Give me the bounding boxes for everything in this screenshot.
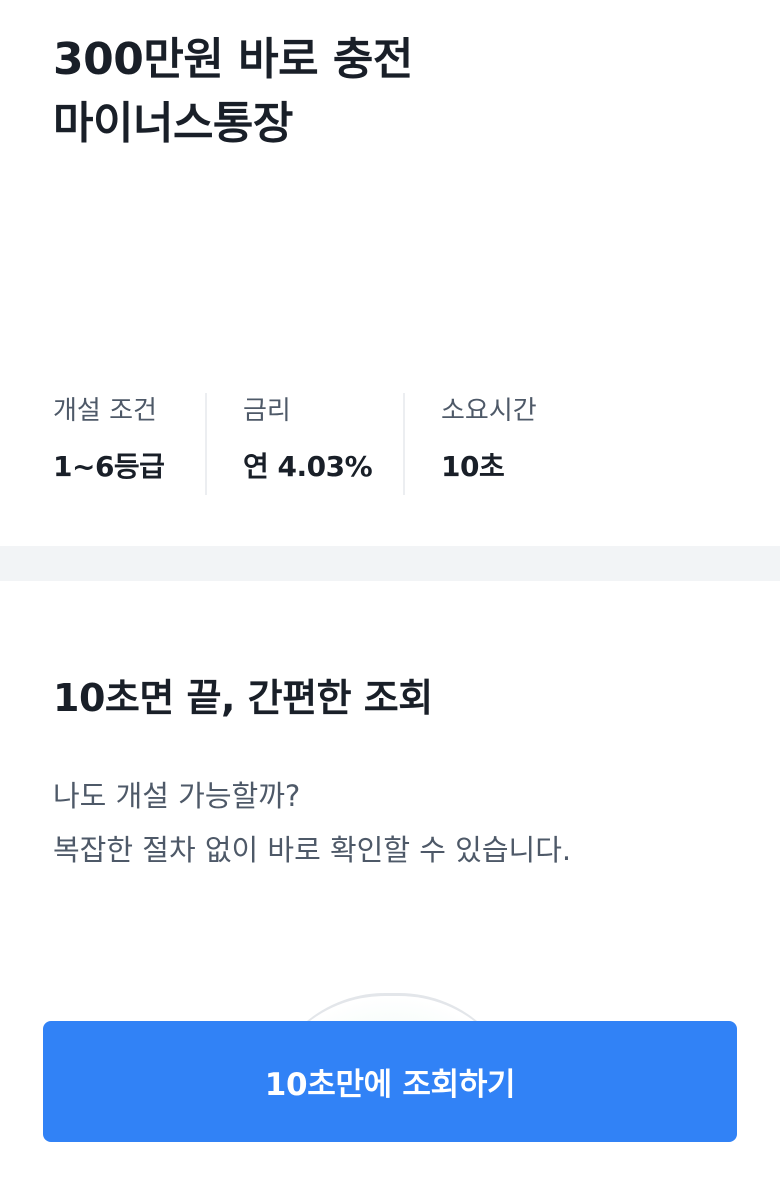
info-item-condition: 개설 조건 1~6등급 [53,393,205,495]
product-info-row: 개설 조건 1~6등급 금리 연 4.03% 소요시간 10초 [53,393,641,495]
product-hero: 300만원 바로 충전 마이너스통장 개설 조건 1~6등급 금리 연 4.03… [0,0,780,546]
product-title-line1: 300만원 바로 충전 [53,34,413,85]
info-label-duration: 소요시간 [441,396,537,426]
section-title: 10초면 끝, 간편한 조회 [53,676,433,720]
info-item-rate: 금리 연 4.03% [205,393,403,495]
section-description: 나도 개설 가능할까? 복잡한 절차 없이 바로 확인할 수 있습니다. [53,769,571,877]
section-description-line2: 복잡한 절차 없이 바로 확인할 수 있습니다. [53,833,572,867]
info-label-condition: 개설 조건 [53,396,157,426]
section-divider [0,546,780,581]
info-value-condition: 1~6등급 [53,450,165,483]
check-eligibility-button[interactable]: 10초만에 조회하기 [43,1021,737,1142]
info-label-rate: 금리 [243,396,291,426]
product-title-line2: 마이너스통장 [53,98,293,149]
section-description-line1: 나도 개설 가능할까? [53,779,301,813]
info-value-duration: 10초 [441,450,505,483]
product-title: 300만원 바로 충전 마이너스통장 [53,28,413,156]
info-value-rate: 연 4.03% [243,450,373,483]
info-item-duration: 소요시간 10초 [403,393,641,495]
